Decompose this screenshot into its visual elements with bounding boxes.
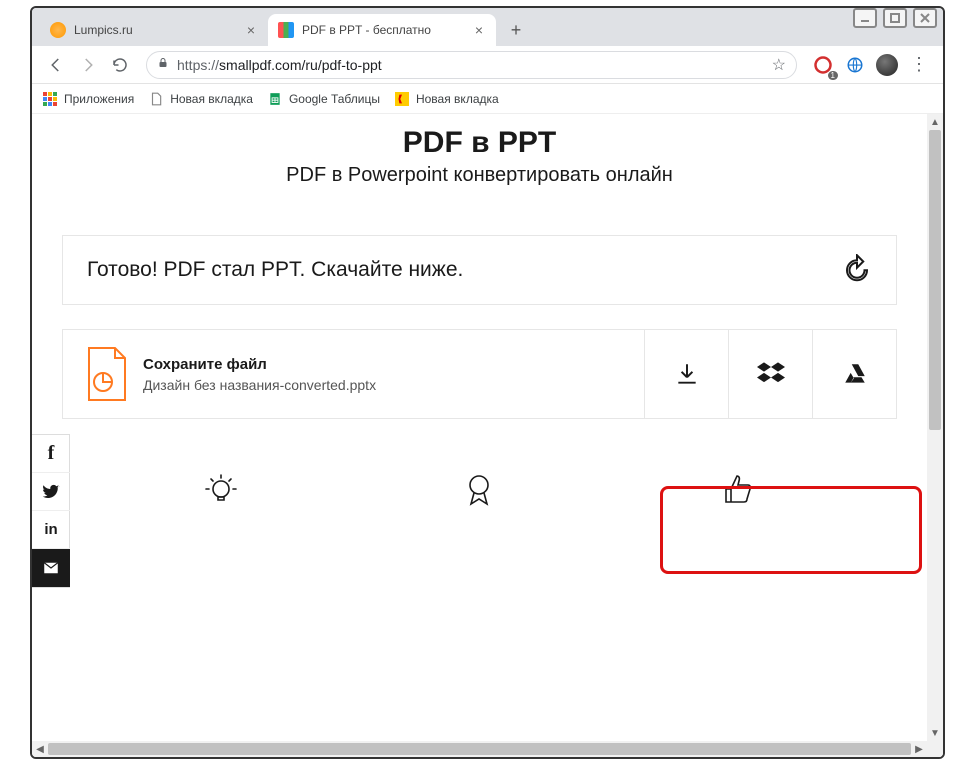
omnibox[interactable]: https://smallpdf.com/ru/pdf-to-ppt ☆ <box>146 51 797 79</box>
favicon-lumpics-icon <box>50 22 66 38</box>
scroll-thumb[interactable] <box>48 743 911 755</box>
download-button[interactable] <box>644 330 728 418</box>
lightbulb-icon <box>203 471 239 507</box>
nav-reload-button[interactable] <box>104 49 136 81</box>
social-share-rail: f in <box>32 434 70 588</box>
share-linkedin-button[interactable]: in <box>32 511 70 549</box>
share-twitter-button[interactable] <box>32 473 70 511</box>
file-card: Сохраните файл Дизайн без названия-conve… <box>62 329 897 419</box>
new-tab-button[interactable]: + <box>502 16 530 44</box>
scroll-thumb[interactable] <box>929 130 941 430</box>
url-scheme: https:// <box>177 57 219 73</box>
window-minimize-button[interactable] <box>853 8 877 28</box>
apps-shortcut[interactable]: Приложения <box>42 91 134 107</box>
bookmark-item[interactable]: Google Таблицы <box>267 91 380 107</box>
dropbox-button[interactable] <box>728 330 812 418</box>
extension-globe-icon[interactable] <box>841 51 869 79</box>
apps-grid-icon <box>42 91 58 107</box>
share-email-button[interactable] <box>32 549 70 587</box>
restart-button[interactable] <box>842 254 872 284</box>
save-actions <box>644 330 896 418</box>
bookmark-star-icon[interactable]: ☆ <box>772 55 786 75</box>
bookmarks-bar: Приложения Новая вкладка Google Таблицы … <box>32 84 943 114</box>
page-subtitle: PDF в Powerpoint конвертировать онлайн <box>32 164 927 187</box>
vertical-scrollbar[interactable]: ▲ ▼ <box>927 114 943 741</box>
extension-adblock-icon[interactable]: 1 <box>809 51 837 79</box>
bookmark-label: Новая вкладка <box>416 92 499 106</box>
bookmark-label: Новая вкладка <box>170 92 253 106</box>
share-facebook-button[interactable]: f <box>32 435 70 473</box>
url-path: smallpdf.com/ru/pdf-to-ppt <box>219 57 382 73</box>
file-name: Дизайн без названия-converted.pptx <box>143 377 644 393</box>
scroll-up-arrow-icon[interactable]: ▲ <box>927 114 943 130</box>
tab-close-icon[interactable]: × <box>472 23 486 37</box>
thumbs-up-icon <box>720 471 756 507</box>
scroll-down-arrow-icon[interactable]: ▼ <box>927 725 943 741</box>
feature-icons-row <box>32 471 927 507</box>
bookmark-label: Google Таблицы <box>289 92 380 106</box>
status-card: Готово! PDF стал PPT. Скачайте ниже. <box>62 235 897 305</box>
award-icon <box>461 471 497 507</box>
window-maximize-button[interactable] <box>883 8 907 28</box>
bookmark-label: Приложения <box>64 92 134 106</box>
lock-icon <box>157 57 169 72</box>
status-text: Готово! PDF стал PPT. Скачайте ниже. <box>87 258 872 282</box>
bookmark-item[interactable]: Новая вкладка <box>148 91 253 107</box>
bookmark-item[interactable]: Новая вкладка <box>394 91 499 107</box>
google-drive-button[interactable] <box>812 330 896 418</box>
tab-smallpdf[interactable]: PDF в PPT - бесплатно × <box>268 14 496 46</box>
extension-badge: 1 <box>828 71 838 80</box>
save-file-label: Сохраните файл <box>143 356 644 373</box>
sheets-icon <box>267 91 283 107</box>
tab-strip: Lumpics.ru × PDF в PPT - бесплатно × + <box>32 8 943 46</box>
pptx-file-icon <box>85 346 129 402</box>
tab-title: Lumpics.ru <box>74 23 238 37</box>
chrome-menu-button[interactable]: ⋮ <box>905 51 933 79</box>
page-title: PDF в PPT <box>32 126 927 160</box>
scroll-left-arrow-icon[interactable]: ◀ <box>32 741 48 757</box>
yandex-icon <box>394 91 410 107</box>
scroll-corner <box>927 741 943 757</box>
favicon-smallpdf-icon <box>278 22 294 38</box>
nav-back-button[interactable] <box>40 49 72 81</box>
window-close-button[interactable] <box>913 8 937 28</box>
profile-avatar[interactable] <box>873 51 901 79</box>
page-icon <box>148 91 164 107</box>
tab-lumpics[interactable]: Lumpics.ru × <box>40 14 268 46</box>
address-bar: https://smallpdf.com/ru/pdf-to-ppt ☆ 1 ⋮ <box>32 46 943 84</box>
horizontal-scrollbar[interactable]: ◀ ▶ <box>32 741 943 757</box>
nav-forward-button[interactable] <box>72 49 104 81</box>
tab-title: PDF в PPT - бесплатно <box>302 23 466 37</box>
scroll-right-arrow-icon[interactable]: ▶ <box>911 741 927 757</box>
tab-close-icon[interactable]: × <box>244 23 258 37</box>
